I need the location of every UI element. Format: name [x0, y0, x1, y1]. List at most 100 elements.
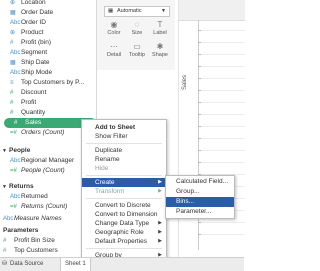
- field-label: Top Customers by P...: [21, 79, 85, 86]
- field-label: Order Date: [21, 9, 54, 16]
- field-type-icon: =#: [10, 204, 17, 210]
- field-type-icon: Abc: [10, 194, 21, 200]
- menu-item-label: Geographic Role: [95, 229, 144, 236]
- marks-button-label: Size: [131, 30, 143, 36]
- marks-color-button[interactable]: ◉ Color: [103, 20, 125, 38]
- field-product[interactable]: ⊕ Product: [0, 28, 96, 38]
- field-label: Ship Mode: [21, 69, 53, 76]
- marks-detail-button[interactable]: ⋯ Detail: [103, 42, 125, 60]
- marks-button-label: Shape: [152, 52, 168, 58]
- menu-item-convert-to-dimension[interactable]: Convert to Dimension: [82, 210, 166, 219]
- field-discount[interactable]: # Discount: [0, 88, 96, 98]
- gridline: [199, 54, 245, 55]
- submenu-item-calculated-field[interactable]: Calculated Field...: [166, 177, 234, 187]
- detail-icon: ⋯: [110, 42, 118, 51]
- gridline: [199, 126, 245, 127]
- submenu-arrow-icon: ▶: [158, 238, 162, 244]
- marks-size-button[interactable]: ◌ Size: [126, 20, 148, 38]
- gridline: [199, 102, 245, 103]
- menu-item-label: Default Properties: [95, 238, 148, 245]
- marks-tooltip-button[interactable]: ▭ Tooltip: [126, 42, 148, 60]
- submenu-item-label: Calculated Field...: [176, 178, 229, 185]
- field-label: Profit: [21, 99, 37, 106]
- submenu-item-bins[interactable]: Bins...: [166, 197, 234, 207]
- field-quantity[interactable]: # Quantity: [0, 108, 96, 118]
- menu-item-change-data-type[interactable]: Change Data Type ▶: [82, 219, 166, 228]
- menu-item-convert-to-discrete[interactable]: Convert to Discrete: [82, 201, 166, 210]
- field-label: Measure Names: [14, 215, 62, 222]
- axis-tick: [198, 90, 201, 91]
- menu-item-label: Rename: [95, 156, 120, 163]
- field-label: Ship Date: [21, 59, 50, 66]
- axis-tick: [198, 102, 201, 103]
- y-axis-label: Sales: [182, 74, 188, 90]
- color-icon: ◉: [110, 20, 118, 29]
- view-header: [179, 0, 245, 21]
- axis-tick: [198, 78, 201, 79]
- axis-tick: [198, 138, 201, 139]
- field-type-icon: #: [14, 120, 18, 126]
- collapse-arrow-icon[interactable]: ▼: [2, 146, 7, 156]
- axis-tick: [198, 114, 201, 115]
- field-label: Returned: [21, 193, 48, 200]
- menu-item-label: Duplicate: [95, 147, 123, 154]
- field-type-icon: #: [10, 110, 14, 116]
- axis-tick: [198, 66, 201, 67]
- sheet-tab-bar: ⛁ Data Source Sheet 1: [0, 257, 244, 271]
- field-profit[interactable]: # Profit: [0, 98, 96, 108]
- menu-item-create[interactable]: Create ▶: [82, 178, 166, 187]
- field-label: Discount: [21, 89, 47, 96]
- menu-item-transform: Transform ▶: [82, 187, 166, 196]
- menu-item-default-properties[interactable]: Default Properties ▶: [82, 237, 166, 246]
- menu-item-label: Add to Sheet: [95, 124, 136, 131]
- menu-item-geographic-role[interactable]: Geographic Role ▶: [82, 228, 166, 237]
- label-icon: T: [157, 20, 163, 29]
- submenu-item-parameter[interactable]: Parameter...: [166, 207, 234, 217]
- menu-item-rename[interactable]: Rename: [82, 155, 166, 164]
- submenu-item-label: Group...: [176, 188, 200, 195]
- marks-button-label: Detail: [106, 52, 122, 58]
- marks-button-label: Tooltip: [129, 52, 145, 58]
- field-label: Returns (Count): [21, 203, 68, 210]
- field-label: Orders (Count): [21, 129, 65, 136]
- field-type-icon: Abc: [10, 20, 21, 26]
- tab-sheet-1[interactable]: Sheet 1: [60, 258, 91, 271]
- field-segment[interactable]: Abc Segment: [0, 48, 96, 58]
- marks-label-button[interactable]: T Label: [149, 20, 171, 38]
- field-ship-date[interactable]: ▦ Ship Date: [0, 58, 96, 68]
- field-order-date[interactable]: ▦ Order Date: [0, 8, 96, 18]
- marks-button-label: Color: [107, 30, 121, 36]
- field-label: Order ID: [21, 19, 46, 26]
- field-label: Profit Bin Size: [14, 237, 55, 244]
- tab-data-source[interactable]: Data Source: [10, 258, 43, 271]
- mark-type-value: Automatic: [117, 8, 142, 14]
- tooltip-icon: ▭: [133, 42, 141, 51]
- field-label: Location: [21, 0, 46, 6]
- menu-item-hide: Hide: [82, 164, 166, 173]
- submenu-arrow-icon: ▶: [158, 220, 162, 226]
- marks-button-label: Label: [153, 30, 167, 36]
- menu-separator: [86, 175, 162, 176]
- field-order-id[interactable]: Abc Order ID: [0, 18, 96, 28]
- menu-item-duplicate[interactable]: Duplicate: [82, 146, 166, 155]
- collapse-arrow-icon[interactable]: ▼: [2, 182, 7, 192]
- field-top-customers-by-p[interactable]: ≡ Top Customers by P...: [0, 78, 96, 88]
- submenu-item-group[interactable]: Group...: [166, 187, 234, 197]
- gridline: [199, 234, 245, 235]
- menu-item-add-to-sheet[interactable]: Add to Sheet: [82, 123, 166, 132]
- menu-separator: [86, 198, 162, 199]
- field-type-icon: Abc: [10, 50, 21, 56]
- axis-tick: [198, 126, 201, 127]
- field-location[interactable]: ⊕ Location: [0, 0, 96, 8]
- menu-item-show-filter[interactable]: Show Filter: [82, 132, 166, 141]
- field-profit-bin[interactable]: # Profit (bin): [0, 38, 96, 48]
- mark-type-dropdown[interactable]: ▦ Automatic ▼: [104, 6, 170, 17]
- marks-shape-button[interactable]: ✱ Shape: [149, 42, 171, 60]
- field-ship-mode[interactable]: Abc Ship Mode: [0, 68, 96, 78]
- shape-icon: ✱: [156, 42, 164, 51]
- field-label: Product: [21, 29, 44, 36]
- gridline: [199, 42, 245, 43]
- axis-tick: [198, 42, 201, 43]
- gridline: [199, 30, 245, 31]
- field-type-icon: ▦: [10, 10, 16, 16]
